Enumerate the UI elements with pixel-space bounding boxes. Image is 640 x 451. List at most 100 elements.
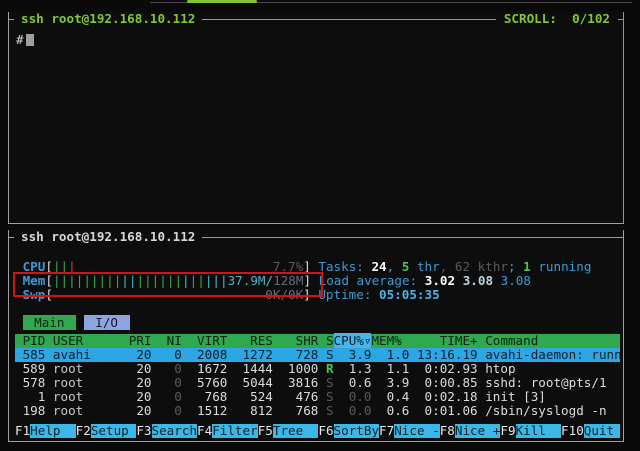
cell-command: avahi-daemon: running bbox=[478, 347, 620, 362]
process-row-198[interactable]: 198 root 20 0 1512 812 768 S 0.0 0.6 0:0… bbox=[15, 404, 620, 418]
fkey-f10[interactable]: F10 bbox=[561, 424, 584, 438]
cpu-meter-line: CPU[||| 7.7%] Tasks: 24, 5 thr, 62 kthr;… bbox=[15, 260, 620, 274]
fkey-label-help[interactable]: Help bbox=[30, 424, 76, 438]
col-cpu-sort[interactable]: CPU%▿ bbox=[334, 333, 372, 348]
col-virt: VIRT bbox=[182, 333, 228, 348]
mem-total-value: 128M bbox=[273, 273, 303, 288]
fkey-label-tree[interactable]: Tree bbox=[273, 424, 319, 438]
cell-ni: 0 bbox=[152, 403, 182, 418]
process-row-1[interactable]: 1 root 20 0 768 524 476 S 0.0 0.4 0:02.1… bbox=[15, 390, 620, 404]
function-key-bar: F1Help F2Setup F3SearchF4FilterF5Tree F6… bbox=[15, 424, 620, 438]
prompt-char: # bbox=[16, 32, 24, 47]
cpu-meter-value: 7.7% bbox=[273, 259, 303, 274]
swap-meter-line: Swp[ 0K/0K] Uptime: 05:05:35 bbox=[15, 288, 620, 302]
tab-main[interactable]: Main bbox=[23, 315, 77, 330]
cell-pri: 20 bbox=[121, 389, 151, 404]
cell-user: root bbox=[45, 361, 121, 376]
cell-mem: 1.1 bbox=[371, 361, 409, 376]
cell-virt: 1512 bbox=[182, 403, 228, 418]
fkey-label-sortby[interactable]: SortBy bbox=[334, 424, 380, 438]
process-row-585[interactable]: 585 avahi 20 0 2008 1272 728 S 3.9 1.0 1… bbox=[15, 348, 620, 362]
cell-pri: 20 bbox=[121, 375, 151, 390]
fkey-f6[interactable]: F6 bbox=[318, 424, 333, 438]
cell-mem: 0.6 bbox=[371, 403, 409, 418]
cell-user: avahi bbox=[45, 347, 121, 362]
fkey-label-setup[interactable]: Setup bbox=[91, 424, 137, 438]
cell-pri: 20 bbox=[121, 403, 151, 418]
fkey-f4[interactable]: F4 bbox=[197, 424, 212, 438]
cell-virt: 2008 bbox=[182, 347, 228, 362]
process-table: 585 avahi 20 0 2008 1272 728 S 3.9 1.0 1… bbox=[15, 348, 620, 418]
cell-state: R bbox=[318, 361, 333, 376]
cell-res: 5044 bbox=[227, 375, 273, 390]
border-stub bbox=[618, 19, 623, 20]
screen-tabs: Main I/O bbox=[15, 316, 620, 330]
screen: { "colors": { "green_accent": "#82c832",… bbox=[0, 0, 640, 451]
cell-pri: 20 bbox=[121, 347, 151, 362]
fkey-f5[interactable]: F5 bbox=[258, 424, 273, 438]
pane-bottom-titlebar: ssh root@192.168.10.112 bbox=[9, 230, 623, 244]
cpu-meter: ||| 7.7% bbox=[53, 259, 303, 274]
cell-mem: 0.4 bbox=[371, 389, 409, 404]
cell-state: S bbox=[318, 403, 333, 418]
cell-pid: 198 bbox=[15, 403, 45, 418]
fkey-label-quit[interactable]: Quit bbox=[584, 424, 620, 438]
process-row-589[interactable]: 589 root 20 0 1672 1444 1000 R 1.3 1.1 0… bbox=[15, 362, 620, 376]
col-res: RES bbox=[227, 333, 273, 348]
cell-shr: 1000 bbox=[273, 361, 319, 376]
cell-time: 0:02.93 bbox=[409, 361, 477, 376]
cell-ni: 0 bbox=[152, 375, 182, 390]
pane-bottom-title: ssh root@192.168.10.112 bbox=[14, 230, 202, 244]
cell-res: 812 bbox=[227, 403, 273, 418]
fkey-label-filter[interactable]: Filter bbox=[212, 424, 258, 438]
process-table-header[interactable]: PID USER PRI NI VIRT RES SHR SCPU%▿MEM% … bbox=[15, 334, 620, 348]
cell-command: init [3] bbox=[478, 389, 546, 404]
fkey-f3[interactable]: F3 bbox=[136, 424, 151, 438]
pane-top-title: ssh root@192.168.10.112 bbox=[14, 12, 202, 26]
cell-virt: 768 bbox=[182, 389, 228, 404]
htop-view: CPU[||| 7.7%] Tasks: 24, 5 thr, 62 kthr;… bbox=[15, 246, 620, 439]
fkey-label-nice-[interactable]: Nice - bbox=[394, 424, 440, 438]
cell-shr: 768 bbox=[273, 403, 319, 418]
cell-ni: 0 bbox=[152, 389, 182, 404]
col-time: TIME+ bbox=[409, 333, 485, 348]
fkey-label-kill[interactable]: Kill bbox=[516, 424, 562, 438]
col-pid: PID bbox=[15, 333, 53, 348]
fkey-label-nice-[interactable]: Nice + bbox=[455, 424, 501, 438]
mem-meter-label: Mem bbox=[23, 273, 46, 288]
cell-state: S bbox=[318, 347, 333, 362]
cell-cpu: 0.0 bbox=[334, 389, 372, 404]
cell-cpu: 3.9 bbox=[334, 347, 372, 362]
cell-time: 0:00.85 bbox=[409, 375, 477, 390]
cell-pid: 1 bbox=[15, 389, 45, 404]
process-row-578[interactable]: 578 root 20 0 5760 5044 3816 S 0.6 3.9 0… bbox=[15, 376, 620, 390]
cell-res: 524 bbox=[227, 389, 273, 404]
fkey-f1[interactable]: F1 bbox=[15, 424, 30, 438]
swap-meter-value: 0K/0K bbox=[265, 287, 303, 302]
cell-time: 13:16.19 bbox=[409, 347, 477, 362]
fkey-f7[interactable]: F7 bbox=[379, 424, 394, 438]
shell-prompt[interactable]: # bbox=[16, 33, 34, 47]
cell-command: /sbin/syslogd -n bbox=[478, 403, 607, 418]
cell-pri: 20 bbox=[121, 361, 151, 376]
fkey-f9[interactable]: F9 bbox=[500, 424, 515, 438]
cell-pid: 578 bbox=[15, 375, 45, 390]
cell-shr: 3816 bbox=[273, 375, 319, 390]
tab-io[interactable]: I/O bbox=[84, 315, 130, 330]
terminal-pane-bottom[interactable]: ssh root@192.168.10.112 CPU[||| 7.7%] Ta… bbox=[8, 230, 624, 442]
cell-ni: 0 bbox=[152, 347, 182, 362]
text-cursor bbox=[26, 34, 34, 46]
terminal-pane-top[interactable]: ssh root@192.168.10.112 SCROLL: 0/102 # bbox=[8, 12, 624, 224]
cell-cpu: 1.3 bbox=[334, 361, 372, 376]
cell-state: S bbox=[318, 389, 333, 404]
scroll-indicator: SCROLL: 0/102 bbox=[496, 12, 618, 26]
fkey-f2[interactable]: F2 bbox=[76, 424, 91, 438]
fkey-f8[interactable]: F8 bbox=[440, 424, 455, 438]
mem-used-value: 37.9M/ bbox=[228, 273, 274, 288]
col-command: Command bbox=[485, 333, 538, 348]
cell-shr: 728 bbox=[273, 347, 319, 362]
swp-meter: 0K/0K bbox=[53, 287, 303, 302]
cell-state: S bbox=[318, 375, 333, 390]
cell-res: 1272 bbox=[227, 347, 273, 362]
fkey-label-search[interactable]: Search bbox=[152, 424, 198, 438]
